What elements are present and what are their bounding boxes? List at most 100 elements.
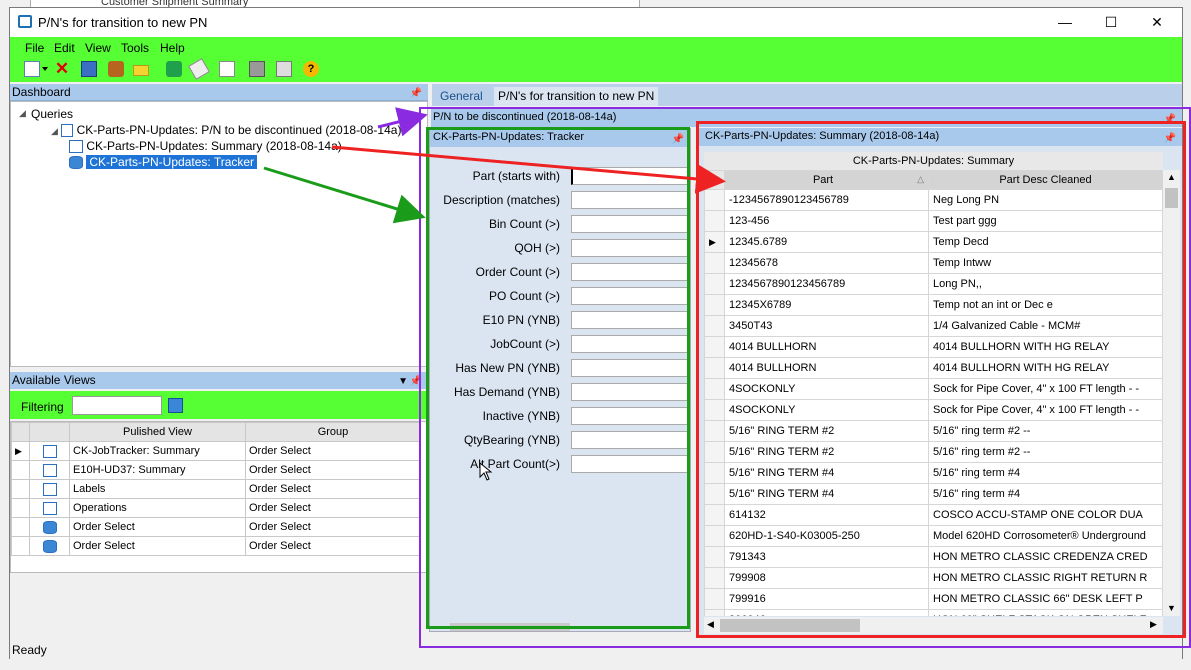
part-cell[interactable]: 791343 bbox=[724, 546, 929, 568]
table-row[interactable]: 5/16" RING TERM #4 5/16" ring term #4 bbox=[704, 462, 1163, 484]
group-cell[interactable]: Order Select bbox=[245, 441, 421, 461]
new-dropdown-icon[interactable] bbox=[42, 67, 48, 71]
row-selector[interactable] bbox=[704, 294, 725, 316]
tracker-field-input[interactable] bbox=[571, 167, 691, 185]
table-row[interactable]: 4SOCKONLY Sock for Pipe Cover, 4" x 100 F… bbox=[704, 399, 1163, 421]
part-cell[interactable]: 4SOCKONLY bbox=[724, 399, 929, 421]
eraser-icon[interactable] bbox=[188, 58, 210, 80]
row-selector[interactable] bbox=[704, 504, 725, 526]
table-row[interactable]: 5/16" RING TERM #4 5/16" ring term #4 bbox=[704, 483, 1163, 505]
table-row[interactable]: 1234567890123456789 Long PN,, bbox=[704, 273, 1163, 295]
part-cell[interactable]: 620HD-1-S40-K03005-250 bbox=[724, 525, 929, 547]
table-row[interactable]: 5/16" RING TERM #2 5/16" ring term #2 -- bbox=[704, 441, 1163, 463]
table-row[interactable]: 614132 COSCO ACCU-STAMP ONE COLOR DUA bbox=[704, 504, 1163, 526]
part-cell[interactable]: 806046 bbox=[724, 609, 929, 616]
row-selector[interactable] bbox=[704, 525, 725, 547]
desc-cell[interactable]: 5/16" ring term #2 -- bbox=[928, 441, 1163, 463]
filter-apply-icon[interactable] bbox=[168, 398, 183, 413]
part-cell[interactable]: -1234567890123456789 bbox=[724, 189, 929, 211]
help-icon[interactable]: ? bbox=[303, 61, 319, 77]
row-selector[interactable] bbox=[704, 420, 725, 442]
pin-icon[interactable]: 📌 bbox=[410, 374, 422, 390]
tracker-field-input[interactable] bbox=[571, 335, 691, 353]
table-row[interactable]: 12345678 Temp Intww bbox=[704, 252, 1163, 274]
table-row[interactable]: 4014 BULLHORN 4014 BULLHORN WITH HG RELAY bbox=[704, 357, 1163, 379]
part-cell[interactable]: 12345.6789 bbox=[724, 231, 929, 253]
tracker-field-input[interactable] bbox=[571, 215, 691, 233]
row-selector[interactable] bbox=[704, 567, 725, 589]
table-row[interactable]: 123-456 Test part ggg bbox=[704, 210, 1163, 232]
row-selector[interactable] bbox=[704, 315, 725, 337]
tracker-field-input[interactable] bbox=[571, 359, 691, 377]
table-row[interactable]: 799908 HON METRO CLASSIC RIGHT RETURN R bbox=[704, 567, 1163, 589]
row-selector[interactable] bbox=[704, 546, 725, 568]
desc-cell[interactable]: Temp not an int or Dec e bbox=[928, 294, 1163, 316]
desc-cell[interactable]: Test part ggg bbox=[928, 210, 1163, 232]
part-cell[interactable]: 4014 BULLHORN bbox=[724, 357, 929, 379]
row-selector[interactable] bbox=[704, 189, 725, 211]
tab-general[interactable]: General bbox=[436, 87, 487, 106]
save-icon[interactable] bbox=[81, 61, 97, 77]
row-selector[interactable] bbox=[11, 498, 30, 518]
menu-edit[interactable]: Edit bbox=[54, 41, 75, 55]
part-cell[interactable]: 1234567890123456789 bbox=[724, 273, 929, 295]
pin-icon[interactable]: 📌 bbox=[1164, 130, 1176, 147]
menu-tools[interactable]: Tools bbox=[121, 41, 149, 55]
table-row[interactable]: Order Select Order Select bbox=[11, 517, 421, 537]
table-row[interactable]: 12345X6789 Temp not an int or Dec e bbox=[704, 294, 1163, 316]
table-row[interactable]: Operations Order Select bbox=[11, 498, 421, 518]
horizontal-scrollbar[interactable]: ◀ ▶ bbox=[704, 617, 1163, 634]
row-selector[interactable] bbox=[704, 399, 725, 421]
part-cell[interactable]: 12345678 bbox=[724, 252, 929, 274]
part-cell[interactable]: 799908 bbox=[724, 567, 929, 589]
desc-cell[interactable]: 1/4 Galvanized Cable - MCM# bbox=[928, 315, 1163, 337]
tracker-field-input[interactable] bbox=[571, 455, 691, 473]
dropdown-icon[interactable]: ▼ bbox=[398, 374, 408, 390]
table-row[interactable]: Labels Order Select bbox=[11, 479, 421, 499]
checklist-icon[interactable] bbox=[219, 61, 235, 77]
scroll-down-icon[interactable]: ▼ bbox=[1167, 603, 1176, 613]
row-selector[interactable] bbox=[704, 441, 725, 463]
menu-view[interactable]: View bbox=[85, 41, 111, 55]
desc-cell[interactable]: HON METRO CLASSIC 66" DESK LEFT P bbox=[928, 588, 1163, 610]
tracker-field-input[interactable] bbox=[571, 287, 691, 305]
refresh-icon[interactable] bbox=[166, 61, 182, 77]
row-selector[interactable] bbox=[704, 483, 725, 505]
part-cell[interactable]: 799916 bbox=[724, 588, 929, 610]
row-selector[interactable] bbox=[11, 460, 30, 480]
tracker-field-input[interactable] bbox=[571, 407, 691, 425]
table-row[interactable]: 806046HON 60" SHELF STACK ON OPEN SHELF bbox=[704, 609, 1163, 616]
column-header-desc[interactable]: Part Desc Cleaned bbox=[928, 170, 1163, 190]
part-cell[interactable]: 5/16" RING TERM #2 bbox=[724, 420, 929, 442]
desc-cell[interactable]: Sock for Pipe Cover, 4" x 100 FT length … bbox=[928, 378, 1163, 400]
view-cell[interactable]: Order Select bbox=[69, 517, 246, 537]
desc-cell[interactable]: COSCO ACCU-STAMP ONE COLOR DUA bbox=[928, 504, 1163, 526]
desc-cell[interactable]: 4014 BULLHORN WITH HG RELAY bbox=[928, 357, 1163, 379]
tree-node-summary[interactable]: CK-Parts-PN-Updates: Summary (2018-08-14… bbox=[69, 139, 342, 154]
table-row[interactable]: 4014 BULLHORN 4014 BULLHORN WITH HG RELAY bbox=[704, 336, 1163, 358]
row-selector[interactable] bbox=[11, 517, 30, 537]
group-cell[interactable]: Order Select bbox=[245, 517, 421, 537]
tag-icon[interactable] bbox=[108, 61, 124, 77]
row-selector[interactable] bbox=[704, 609, 725, 616]
desc-cell[interactable]: Model 620HD Corrosometer® Underground bbox=[928, 525, 1163, 547]
row-selector[interactable] bbox=[704, 357, 725, 379]
row-selector[interactable] bbox=[704, 378, 725, 400]
delete-icon[interactable]: ✕ bbox=[54, 60, 70, 77]
part-cell[interactable]: 12345X6789 bbox=[724, 294, 929, 316]
desc-cell[interactable]: Long PN,, bbox=[928, 273, 1163, 295]
desc-cell[interactable]: Temp Decd bbox=[928, 231, 1163, 253]
menu-help[interactable]: Help bbox=[160, 41, 185, 55]
row-selector[interactable] bbox=[704, 273, 725, 295]
part-cell[interactable]: 5/16" RING TERM #4 bbox=[724, 462, 929, 484]
tracker-field-input[interactable] bbox=[571, 239, 691, 257]
collapse-icon[interactable]: ◢ bbox=[19, 108, 26, 119]
part-cell[interactable]: 614132 bbox=[724, 504, 929, 526]
part-cell[interactable]: 5/16" RING TERM #2 bbox=[724, 441, 929, 463]
row-selector[interactable] bbox=[704, 588, 725, 610]
view-cell[interactable]: E10H-UD37: Summary bbox=[69, 460, 246, 480]
scroll-up-icon[interactable]: ▲ bbox=[1167, 172, 1176, 182]
pin-icon[interactable]: 📌 bbox=[672, 131, 684, 148]
tracker-hscroll-thumb[interactable] bbox=[450, 623, 570, 631]
row-selector[interactable] bbox=[11, 479, 30, 499]
